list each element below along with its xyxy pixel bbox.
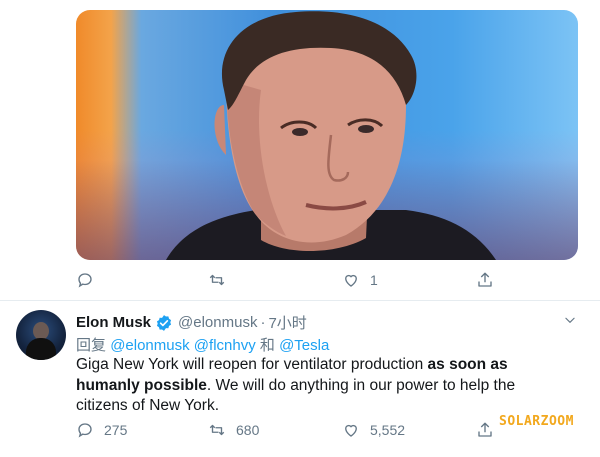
- mention-link[interactable]: @flcnhvy: [194, 337, 256, 354]
- reply-action[interactable]: [76, 271, 104, 289]
- reply-icon: [78, 273, 92, 288]
- mention-link[interactable]: @Tesla: [279, 337, 329, 354]
- tweet-text-part: Giga New York will reopen for ventilator…: [76, 356, 428, 373]
- share-icon: [478, 422, 492, 437]
- retweet-count: 680: [236, 422, 260, 438]
- tweet-text: Giga New York will reopen for ventilator…: [76, 355, 566, 417]
- reply-prefix: 回复: [76, 337, 107, 354]
- replying-to: 回复 @elonmusk @flcnhvy 和 @Tesla: [76, 334, 329, 355]
- like-action[interactable]: 1: [342, 271, 378, 289]
- avatar-body: [26, 338, 56, 360]
- mention-link[interactable]: @elonmusk: [110, 337, 189, 354]
- avatar[interactable]: [16, 310, 66, 360]
- quoted-tweet-actions: 1: [0, 271, 600, 293]
- tweet-header: Elon Musk @elonmusk · 7小时: [76, 312, 307, 333]
- share-action[interactable]: [476, 421, 494, 439]
- like-count: 5,552: [370, 422, 406, 438]
- reply-icon: [78, 423, 92, 438]
- portrait: [166, 11, 496, 260]
- divider: [0, 300, 600, 301]
- author-handle[interactable]: @elonmusk: [178, 314, 257, 331]
- mention-joiner: 和: [259, 337, 275, 354]
- reply-action[interactable]: 275: [76, 421, 127, 439]
- timestamp[interactable]: 7小时: [268, 312, 306, 333]
- retweet-action[interactable]: 680: [208, 421, 259, 439]
- watermark: SOLARZOOM: [499, 414, 574, 429]
- tweet-image[interactable]: [76, 10, 578, 260]
- separator: ·: [260, 314, 266, 331]
- like-action[interactable]: 5,552: [342, 421, 405, 439]
- reply-count: 275: [104, 422, 128, 438]
- retweet-action[interactable]: [208, 271, 236, 289]
- author-name[interactable]: Elon Musk: [76, 314, 151, 331]
- like-count: 1: [370, 272, 378, 288]
- share-action[interactable]: [476, 271, 494, 289]
- heart-icon: [345, 274, 357, 287]
- retweet-icon: [209, 274, 225, 286]
- verified-badge-icon: [156, 314, 172, 331]
- share-icon: [478, 272, 492, 287]
- chevron-down-icon[interactable]: [563, 313, 577, 327]
- heart-icon: [345, 424, 357, 437]
- retweet-icon: [209, 424, 225, 436]
